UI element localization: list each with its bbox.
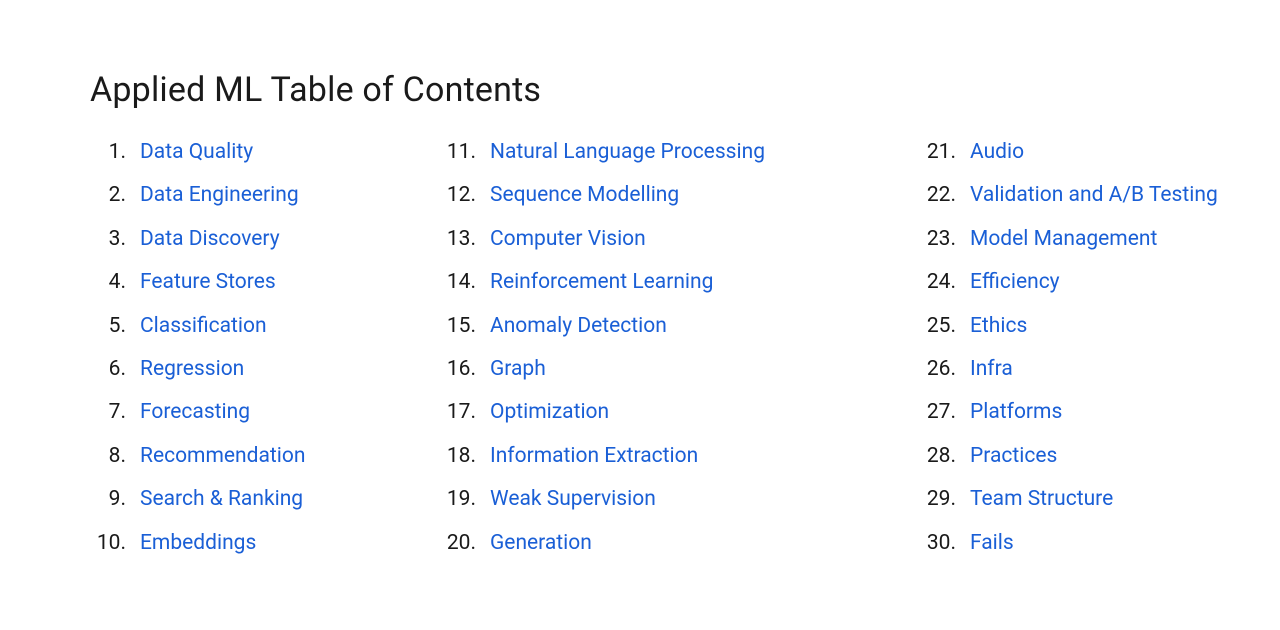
toc-item-link[interactable]: Validation and A/B Testing xyxy=(970,181,1218,210)
toc-item: 1. Data Quality xyxy=(90,138,380,167)
toc-item: 13. Computer Vision xyxy=(440,225,860,254)
toc-item-link[interactable]: Data Engineering xyxy=(140,181,299,210)
toc-item: 10. Embeddings xyxy=(90,529,380,558)
toc-item: 6. Regression xyxy=(90,355,380,384)
toc-item: 18. Information Extraction xyxy=(440,442,860,471)
toc-item-link[interactable]: Data Quality xyxy=(140,138,253,167)
toc-item: 23. Model Management xyxy=(920,225,1250,254)
toc-item: 9. Search & Ranking xyxy=(90,485,380,514)
toc-item-number: 30. xyxy=(920,529,956,558)
toc-item-number: 21. xyxy=(920,138,956,167)
toc-column-2: 11. Natural Language Processing 12. Sequen… xyxy=(440,138,860,572)
toc-item-number: 1. xyxy=(90,138,126,167)
toc-item-number: 20. xyxy=(440,529,476,558)
toc-item-number: 2. xyxy=(90,181,126,210)
toc-item-number: 24. xyxy=(920,268,956,297)
page-title: Applied ML Table of Contents xyxy=(90,70,1190,110)
toc-item: 27. Platforms xyxy=(920,398,1250,427)
toc-item-link[interactable]: Natural Language Processing xyxy=(490,138,765,167)
toc-item-link[interactable]: Efficiency xyxy=(970,268,1060,297)
toc-item-link[interactable]: Model Management xyxy=(970,225,1157,254)
toc-item-number: 25. xyxy=(920,312,956,341)
toc-item-number: 29. xyxy=(920,485,956,514)
toc-item-number: 10. xyxy=(90,529,126,558)
toc-item: 20. Generation xyxy=(440,529,860,558)
toc-item-number: 8. xyxy=(90,442,126,471)
toc-item-link[interactable]: Embeddings xyxy=(140,529,256,558)
toc-item-link[interactable]: Platforms xyxy=(970,398,1062,427)
table-of-contents: 1. Data Quality 2. Data Engineering 3. Data… xyxy=(90,138,1190,572)
toc-item-number: 17. xyxy=(440,398,476,427)
toc-item-number: 14. xyxy=(440,268,476,297)
toc-item-link[interactable]: Anomaly Detection xyxy=(490,312,667,341)
toc-item-link[interactable]: Reinforcement Learning xyxy=(490,268,713,297)
toc-item-number: 3. xyxy=(90,225,126,254)
toc-item: 5. Classification xyxy=(90,312,380,341)
toc-item: 3. Data Discovery xyxy=(90,225,380,254)
toc-item-number: 22. xyxy=(920,181,956,210)
toc-item-link[interactable]: Team Structure xyxy=(970,485,1113,514)
toc-item: 30. Fails xyxy=(920,529,1250,558)
toc-item: 26. Infra xyxy=(920,355,1250,384)
toc-item-link[interactable]: Graph xyxy=(490,355,546,384)
toc-item-link[interactable]: Weak Supervision xyxy=(490,485,656,514)
toc-item: 7. Forecasting xyxy=(90,398,380,427)
toc-item-link[interactable]: Information Extraction xyxy=(490,442,698,471)
toc-item-link[interactable]: Search & Ranking xyxy=(140,485,303,514)
toc-item: 28. Practices xyxy=(920,442,1250,471)
toc-item: 14. Reinforcement Learning xyxy=(440,268,860,297)
toc-item: 8. Recommendation xyxy=(90,442,380,471)
toc-item-link[interactable]: Optimization xyxy=(490,398,609,427)
toc-item-link[interactable]: Audio xyxy=(970,138,1024,167)
toc-item: 15. Anomaly Detection xyxy=(440,312,860,341)
toc-item: 22. Validation and A/B Testing xyxy=(920,181,1250,210)
toc-item-number: 7. xyxy=(90,398,126,427)
toc-column-1: 1. Data Quality 2. Data Engineering 3. Data… xyxy=(90,138,380,572)
toc-item-link[interactable]: Forecasting xyxy=(140,398,250,427)
toc-item-number: 4. xyxy=(90,268,126,297)
toc-item-link[interactable]: Classification xyxy=(140,312,267,341)
toc-item-number: 6. xyxy=(90,355,126,384)
toc-item: 11. Natural Language Processing xyxy=(440,138,860,167)
toc-item: 4. Feature Stores xyxy=(90,268,380,297)
toc-item-number: 19. xyxy=(440,485,476,514)
toc-item: 24. Efficiency xyxy=(920,268,1250,297)
toc-item: 2. Data Engineering xyxy=(90,181,380,210)
toc-item-link[interactable]: Regression xyxy=(140,355,244,384)
toc-item-link[interactable]: Recommendation xyxy=(140,442,305,471)
toc-item-number: 5. xyxy=(90,312,126,341)
toc-item-number: 11. xyxy=(440,138,476,167)
toc-item-number: 27. xyxy=(920,398,956,427)
toc-item-number: 28. xyxy=(920,442,956,471)
toc-item-link[interactable]: Fails xyxy=(970,529,1014,558)
toc-item: 12. Sequence Modelling xyxy=(440,181,860,210)
toc-item-number: 16. xyxy=(440,355,476,384)
toc-item: 17. Optimization xyxy=(440,398,860,427)
toc-item: 16. Graph xyxy=(440,355,860,384)
toc-item-link[interactable]: Computer Vision xyxy=(490,225,646,254)
toc-item-link[interactable]: Data Discovery xyxy=(140,225,280,254)
toc-item: 29. Team Structure xyxy=(920,485,1250,514)
toc-item-number: 23. xyxy=(920,225,956,254)
toc-item-number: 13. xyxy=(440,225,476,254)
toc-item-link[interactable]: Feature Stores xyxy=(140,268,276,297)
toc-item-number: 15. xyxy=(440,312,476,341)
toc-item-link[interactable]: Generation xyxy=(490,529,592,558)
toc-item-number: 9. xyxy=(90,485,126,514)
toc-item: 21. Audio xyxy=(920,138,1250,167)
toc-item: 19. Weak Supervision xyxy=(440,485,860,514)
toc-item-number: 18. xyxy=(440,442,476,471)
toc-item-link[interactable]: Sequence Modelling xyxy=(490,181,679,210)
toc-item-number: 12. xyxy=(440,181,476,210)
toc-item-link[interactable]: Ethics xyxy=(970,312,1027,341)
toc-item-link[interactable]: Infra xyxy=(970,355,1013,384)
toc-item-link[interactable]: Practices xyxy=(970,442,1057,471)
toc-column-3: 21. Audio 22. Validation and A/B Testing 2… xyxy=(920,138,1250,572)
toc-item-number: 26. xyxy=(920,355,956,384)
toc-item: 25. Ethics xyxy=(920,312,1250,341)
